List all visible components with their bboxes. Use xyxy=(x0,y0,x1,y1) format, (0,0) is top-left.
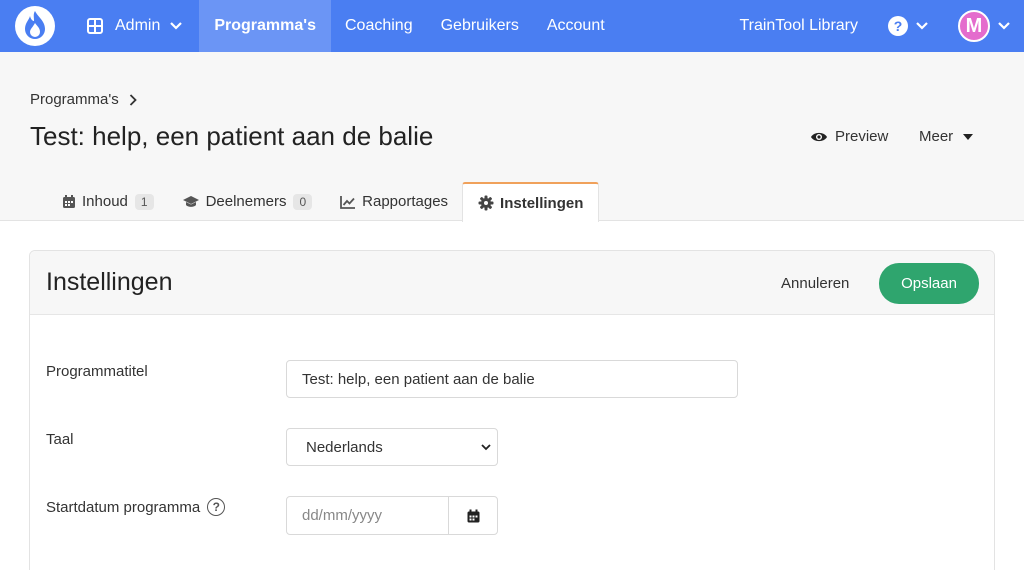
start-date-input[interactable]: dd/mm/yyyy xyxy=(286,496,498,535)
tab-label: Inhoud xyxy=(82,193,128,210)
preview-button[interactable]: Preview xyxy=(810,128,888,145)
breadcrumb-label: Programma's xyxy=(30,91,119,108)
chevron-right-icon xyxy=(129,93,137,106)
tab-label: Deelnemers xyxy=(205,193,287,210)
nav-item-coaching[interactable]: Coaching xyxy=(331,0,427,52)
more-dropdown[interactable]: Meer xyxy=(919,128,974,145)
count-badge: 0 xyxy=(293,193,313,210)
grid-icon xyxy=(87,18,103,34)
help-icon: ? xyxy=(888,16,908,36)
program-title-value: Test: help, een patient aan de balie xyxy=(302,370,535,388)
chart-line-icon xyxy=(340,195,356,209)
more-label: Meer xyxy=(919,128,954,145)
flame-logo-icon xyxy=(25,11,45,39)
top-navbar: Admin Programma's Coaching Gebruikers Ac… xyxy=(0,0,1024,52)
program-title-label: Programmatitel xyxy=(46,363,148,380)
program-title-input[interactable]: Test: help, een patient aan de balie xyxy=(286,360,738,398)
settings-card-header: Instellingen Annuleren Opslaan xyxy=(30,251,994,315)
chevron-down-icon xyxy=(998,22,1010,30)
nav-item-gebruikers[interactable]: Gebruikers xyxy=(427,0,533,52)
page-title: Test: help, een patient aan de balie xyxy=(30,121,434,151)
tab-rapportages[interactable]: Rapportages xyxy=(326,182,462,221)
chevron-down-icon xyxy=(170,22,183,30)
tab-label: Instellingen xyxy=(500,194,584,212)
nav-item-programmas[interactable]: Programma's xyxy=(199,0,331,52)
tab-instellingen[interactable]: Instellingen xyxy=(462,182,600,222)
start-date-label-row: Startdatum programma ? xyxy=(46,498,226,516)
gear-icon xyxy=(478,195,494,211)
chevron-down-icon xyxy=(481,443,491,450)
admin-menu[interactable]: Admin xyxy=(87,17,183,35)
settings-card: Instellingen Annuleren Opslaan Programma… xyxy=(29,250,995,570)
nav-item-account[interactable]: Account xyxy=(533,0,619,52)
count-badge: 1 xyxy=(134,193,154,210)
chevron-down-icon xyxy=(916,22,928,30)
breadcrumb[interactable]: Programma's xyxy=(30,91,137,108)
traintool-library-link[interactable]: TrainTool Library xyxy=(739,17,858,35)
admin-label: Admin xyxy=(115,17,161,34)
language-value: Nederlands xyxy=(306,438,383,456)
eye-icon xyxy=(811,132,827,141)
tab-bar: Inhoud 1 Deelnemers 0 Rapportages Instel… xyxy=(48,182,600,222)
language-label: Taal xyxy=(46,431,74,448)
page-header: Programma's Test: help, een patient aan … xyxy=(0,52,1024,222)
calendar-icon xyxy=(467,509,479,522)
preview-label: Preview xyxy=(835,128,889,145)
language-select[interactable]: Nederlands xyxy=(286,428,498,466)
start-date-placeholder: dd/mm/yyyy xyxy=(302,507,383,524)
user-menu[interactable]: M xyxy=(958,10,1010,42)
cancel-button[interactable]: Annuleren xyxy=(781,275,849,292)
graduation-cap-icon xyxy=(182,196,199,207)
caret-down-icon xyxy=(963,133,974,140)
logo[interactable] xyxy=(15,6,55,46)
tab-label: Rapportages xyxy=(362,193,449,210)
calendar-icon xyxy=(63,195,75,208)
start-date-label: Startdatum programma xyxy=(46,498,201,516)
tab-deelnemers[interactable]: Deelnemers 0 xyxy=(168,182,327,221)
settings-title: Instellingen xyxy=(46,268,173,296)
tab-inhoud[interactable]: Inhoud 1 xyxy=(48,182,168,221)
avatar: M xyxy=(958,10,990,42)
help-circle-icon[interactable]: ? xyxy=(207,498,226,516)
save-button[interactable]: Opslaan xyxy=(879,263,979,304)
help-menu[interactable]: ? xyxy=(888,16,928,36)
date-picker-button[interactable] xyxy=(448,497,497,534)
